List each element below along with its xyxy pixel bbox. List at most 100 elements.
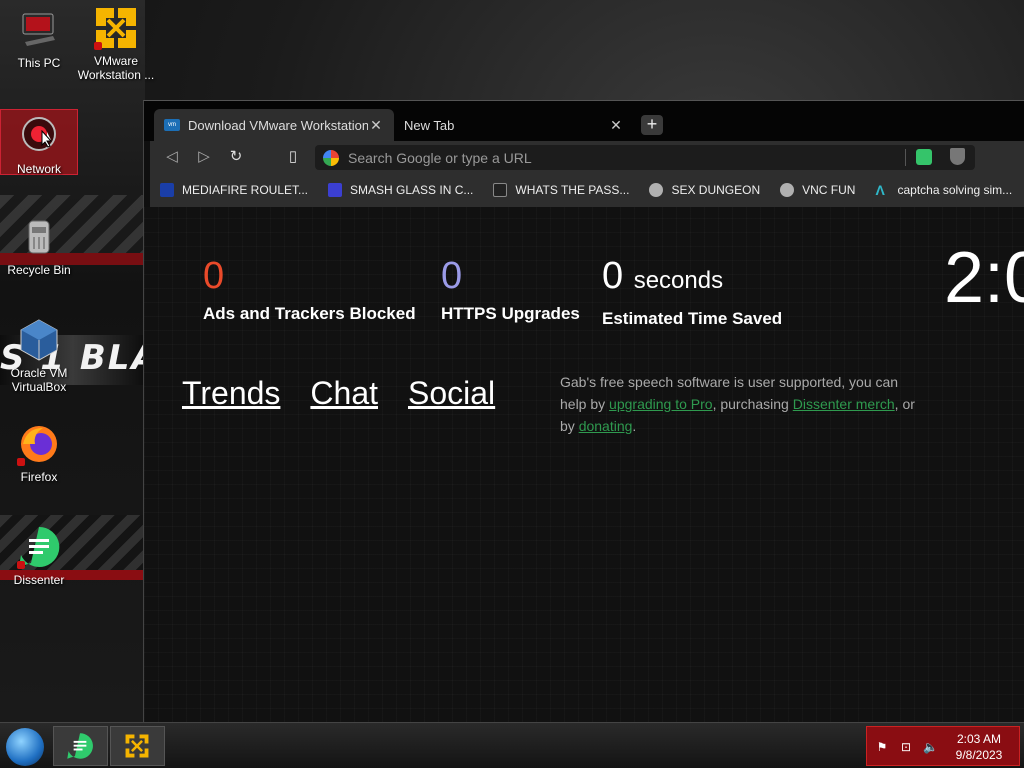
browser-toolbar: ◁ ▷ ↻ ▯ Search Google or type a URL (150, 141, 1024, 173)
vmware-icon (125, 734, 149, 758)
stat-label: HTTPS Upgrades (441, 304, 580, 323)
bookmark-label: SEX DUNGEON (671, 183, 761, 197)
captcha-icon: Λ (875, 182, 885, 198)
smash-glass-icon (328, 183, 343, 197)
link-upgrade-pro[interactable]: upgrading to Pro (609, 396, 713, 412)
desktop-icon-label: This PC (17, 56, 61, 70)
bookmark-whats-the-pass[interactable]: WHATS THE PASS... (493, 183, 629, 197)
stat-value: 0 (203, 255, 225, 297)
link-donating[interactable]: donating (579, 418, 633, 434)
network-status-icon[interactable]: ⊡ (899, 741, 913, 753)
taskbar: ⚑ ⊡ 🔈 2:03 AM 9/8/2023 (0, 722, 1024, 768)
close-tab-icon[interactable]: ✕ (608, 117, 624, 134)
desktop-icon-network[interactable]: Network (0, 109, 78, 176)
firefox-icon (17, 422, 61, 466)
close-tab-icon[interactable]: ✕ (368, 117, 384, 134)
computer-icon (17, 8, 61, 52)
link-chat[interactable]: Chat (310, 375, 378, 412)
new-tab-page: 0 Ads and Trackers Blocked 0 HTTPS Upgra… (144, 207, 1024, 723)
bookmarks-bar: MEDIAFIRE ROULET... SMASH GLASS IN C... … (150, 173, 1024, 207)
vmware-favicon-icon: vm (164, 119, 180, 131)
tray-time: 2:03 AM (956, 732, 1002, 746)
link-trends[interactable]: Trends (182, 375, 280, 412)
desktop-icon-label: Dissenter (13, 573, 65, 587)
desktop-icon-label: Recycle Bin (7, 263, 71, 277)
tab-title: New Tab (404, 117, 455, 133)
desktop-icon-label: VMware Workstation ... (77, 54, 155, 82)
shield-extension-icon[interactable] (950, 148, 965, 165)
recycle-bin-icon (17, 215, 61, 259)
toolbar-divider (905, 149, 906, 166)
support-message: Gab's free speech software is user suppo… (560, 371, 920, 437)
bookmark-captcha[interactable]: Λcaptcha solving sim... (875, 183, 1012, 197)
dissenter-extension-icon[interactable] (916, 149, 932, 165)
support-text: , purchasing (712, 396, 793, 412)
desktop-icon-this-pc[interactable]: This PC (0, 8, 78, 70)
vmware-icon (94, 6, 138, 50)
site-icon (649, 183, 664, 197)
address-bar[interactable]: Search Google or type a URL (315, 145, 975, 170)
shortcut-arrow-icon (17, 458, 25, 466)
tray-clock[interactable]: 2:03 AM 9/8/2023 (949, 731, 1009, 763)
back-icon[interactable]: ◁ (162, 147, 182, 167)
desktop-icon-label: Firefox (20, 470, 58, 484)
stat-label: Ads and Trackers Blocked (203, 304, 416, 323)
bookmark-vnc-fun[interactable]: VNC FUN (780, 183, 855, 197)
link-social[interactable]: Social (408, 375, 495, 412)
dissenter-icon (67, 733, 93, 759)
support-text: . (632, 418, 637, 434)
desktop-icon-firefox[interactable]: Firefox (0, 422, 78, 484)
taskbar-dissenter[interactable] (53, 726, 108, 766)
bookmark-label: captcha solving sim... (897, 183, 1013, 197)
bookmark-label: MEDIAFIRE ROULET... (182, 183, 309, 197)
tab-title: Download VMware Workstation Pl (188, 117, 368, 133)
tab-strip: vm Download VMware Workstation Pl ✕ New … (144, 101, 1024, 141)
lock-icon (493, 183, 508, 197)
bookmark-smash-glass[interactable]: SMASH GLASS IN C... (328, 183, 473, 197)
network-icon (17, 114, 61, 158)
mediafire-icon (160, 183, 174, 197)
bookmark-label: VNC FUN (802, 183, 856, 197)
virtualbox-icon (17, 318, 61, 362)
desktop-icon-vmware[interactable]: VMware Workstation ... (77, 6, 155, 82)
desktop-icon-dissenter[interactable]: Dissenter (0, 525, 78, 587)
taskbar-vmware[interactable] (110, 726, 165, 766)
forward-icon[interactable]: ▷ (194, 147, 214, 167)
shortcut-arrow-icon (94, 42, 102, 50)
desktop-icon-recycle-bin[interactable]: Recycle Bin (0, 215, 78, 277)
stat-value: 0 (441, 255, 463, 297)
stat-value-row: 0 seconds (602, 252, 782, 305)
stat-https-upgrades: 0 HTTPS Upgrades (441, 252, 580, 324)
tab-new-tab[interactable]: New Tab ✕ (394, 109, 634, 141)
action-center-flag-icon[interactable]: ⚑ (875, 741, 889, 753)
bookmark-sex-dungeon[interactable]: SEX DUNGEON (649, 183, 760, 197)
stat-unit: seconds (633, 267, 724, 294)
shortcut-arrow-icon (17, 561, 25, 569)
link-dissenter-merch[interactable]: Dissenter merch (793, 396, 895, 412)
bookmark-label: WHATS THE PASS... (515, 183, 630, 197)
stat-time-saved: 0 seconds Estimated Time Saved (602, 252, 782, 329)
stat-label: Estimated Time Saved (602, 309, 783, 328)
bookmark-label: SMASH GLASS IN C... (350, 183, 474, 197)
address-bar-placeholder: Search Google or type a URL (348, 149, 532, 166)
dissenter-icon (17, 525, 61, 569)
mouse-cursor-icon (41, 130, 53, 148)
desktop-icon-virtualbox[interactable]: Oracle VM VirtualBox (0, 318, 78, 394)
new-tab-button[interactable]: + (641, 115, 663, 135)
bookmark-mediafire[interactable]: MEDIAFIRE ROULET... (160, 183, 308, 197)
reload-icon[interactable]: ↻ (226, 147, 246, 167)
system-tray: ⚑ ⊡ 🔈 2:03 AM 9/8/2023 (866, 726, 1020, 766)
google-icon (323, 149, 339, 166)
desktop-icon-label: Network (16, 162, 61, 176)
site-icon (780, 183, 795, 197)
desktop-icon-label: Oracle VM VirtualBox (10, 366, 68, 394)
bookmark-icon[interactable]: ▯ (283, 147, 303, 167)
volume-icon[interactable]: 🔈 (923, 741, 938, 753)
stat-ads-blocked: 0 Ads and Trackers Blocked (203, 252, 416, 324)
browser-window: vm Download VMware Workstation Pl ✕ New … (143, 100, 1024, 723)
clock: 2:0 (944, 238, 1024, 318)
tab-vmware-download[interactable]: vm Download VMware Workstation Pl ✕ (154, 109, 394, 141)
start-button[interactable] (6, 728, 44, 766)
tray-date: 9/8/2023 (955, 748, 1003, 762)
stat-value: 0 (602, 255, 624, 297)
